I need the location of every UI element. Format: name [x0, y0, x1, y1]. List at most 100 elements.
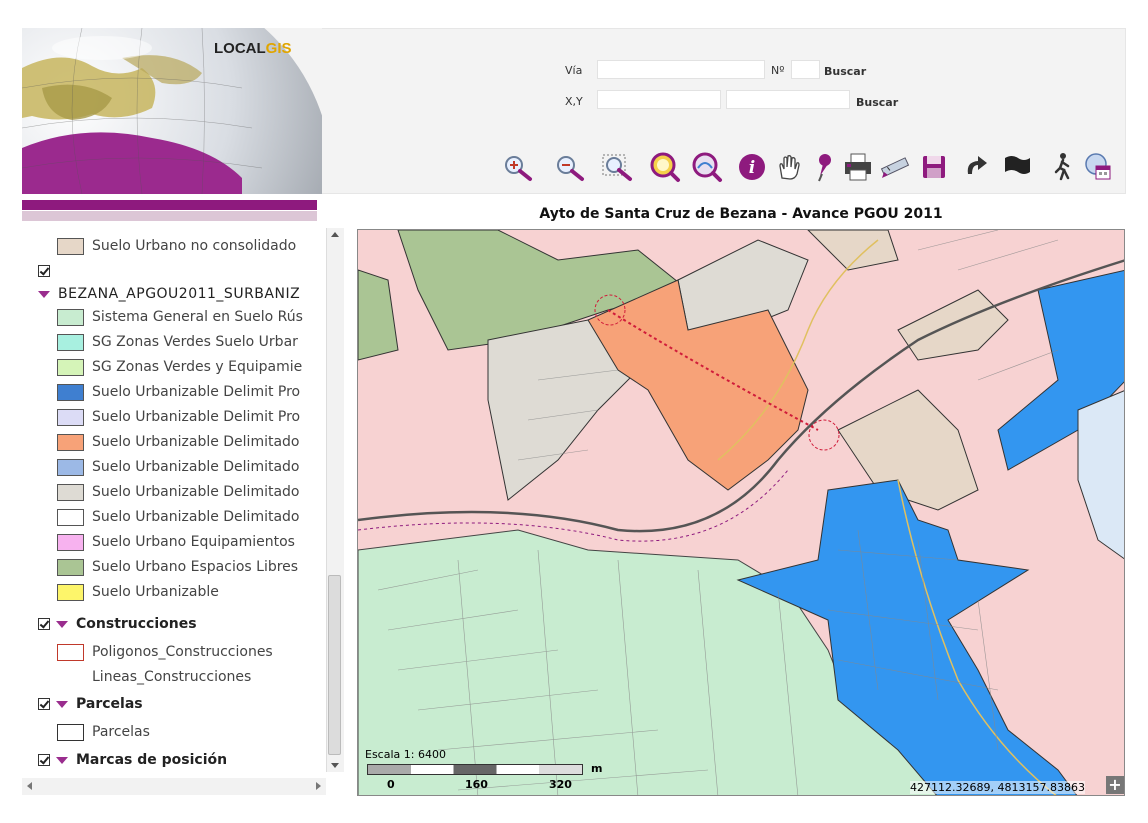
- legend-item: Lineas_Construcciones: [92, 666, 251, 688]
- legend-group-label[interactable]: Construcciones: [76, 616, 197, 632]
- scale-bar-graphic: [367, 764, 583, 775]
- legend-group: BEZANA_APGOU2011_SURBANIZ: [38, 283, 300, 305]
- legend-swatch: [57, 723, 84, 741]
- xy-label: X,Y: [565, 95, 583, 108]
- accent-bar: [22, 200, 317, 210]
- scale-label: Escala 1: 6400: [365, 748, 446, 761]
- legend-swatch: [57, 558, 84, 576]
- legend-swatch: [57, 383, 84, 401]
- legend-item-label: Suelo Urbanizable: [92, 584, 219, 600]
- buscar-via-button[interactable]: Buscar: [824, 65, 866, 78]
- legend-checkbox-row: [38, 260, 56, 282]
- legend-swatch: [57, 458, 84, 476]
- legend-item-label: Suelo Urbano Espacios Libres: [92, 559, 299, 575]
- group-checkbox[interactable]: [38, 754, 50, 766]
- legend-group-label[interactable]: BEZANA_APGOU2011_SURBANIZ: [58, 286, 300, 302]
- legend-item-label: Sistema General en Suelo Rús: [92, 309, 303, 325]
- legend-item-label: Lineas_Construcciones: [92, 669, 252, 685]
- scroll-left-icon[interactable]: [27, 782, 32, 790]
- legend-group-label[interactable]: Marcas de posición: [76, 752, 227, 768]
- app-logo: LOCALGIS: [214, 40, 292, 57]
- legend-item: Suelo Urbanizable Delimit Pro: [57, 381, 300, 403]
- legend-swatch: [57, 643, 84, 661]
- legend-item-label: SG Zonas Verdes Suelo Urbar: [92, 334, 298, 350]
- legend-scroll-thumb[interactable]: [328, 575, 341, 755]
- group-checkbox[interactable]: [38, 618, 50, 630]
- legend-item-label: Suelo Urbanizable Delimitado: [92, 434, 300, 450]
- scroll-down-icon[interactable]: [331, 763, 339, 768]
- group-checkbox[interactable]: [38, 698, 50, 710]
- legend-swatch: [57, 483, 84, 501]
- info-icon[interactable]: i: [736, 150, 770, 184]
- expand-triangle-icon[interactable]: [56, 756, 68, 764]
- zoom-box-icon[interactable]: [600, 150, 634, 184]
- legend-item: Suelo Urbanizable: [57, 581, 219, 603]
- legend-group-label[interactable]: Parcelas: [76, 696, 143, 712]
- legend-item-label: Suelo Urbanizable Delimit Pro: [92, 384, 301, 400]
- legend-item-label: SG Zonas Verdes y Equipamie: [92, 359, 303, 375]
- zoom-out-icon[interactable]: [552, 150, 586, 184]
- save-icon[interactable]: [918, 150, 952, 184]
- legend-item: Suelo Urbanizable Delimitado: [57, 431, 300, 453]
- zoom-in-icon[interactable]: [500, 150, 534, 184]
- map-toolbar: i: [500, 150, 1122, 188]
- legend-item: Poligonos_Construcciones: [57, 641, 273, 663]
- legend-item-label: Suelo Urbano no consolidado: [92, 238, 297, 254]
- pan-hand-icon[interactable]: [772, 150, 806, 184]
- layer-legend: Suelo Urbano no consolidado BEZANA_APGOU2…: [22, 228, 344, 796]
- legend-swatch: [57, 333, 84, 351]
- coordinate-readout: 427112.32689, 4813157.83863: [910, 781, 1085, 794]
- map-canvas[interactable]: [357, 229, 1125, 796]
- walker-icon[interactable]: [1046, 150, 1080, 184]
- legend-item: SG Zonas Verdes Suelo Urbar: [57, 331, 298, 353]
- legend-horizontal-scrollbar[interactable]: [22, 778, 326, 795]
- pushpin-icon[interactable]: [810, 150, 844, 184]
- print-icon[interactable]: [842, 150, 876, 184]
- legend-swatch: [57, 583, 84, 601]
- scroll-right-icon[interactable]: [316, 782, 321, 790]
- buscar-xy-button[interactable]: Buscar: [856, 96, 898, 109]
- legend-swatch: [57, 308, 84, 326]
- legend-swatch: [57, 533, 84, 551]
- accent-bar-light: [22, 211, 317, 221]
- legend-swatch: [57, 433, 84, 451]
- expand-triangle-icon[interactable]: [56, 620, 68, 628]
- legend-swatch: [57, 358, 84, 376]
- measure-icon[interactable]: [878, 150, 912, 184]
- legend-item-label: Suelo Urbanizable Delimitado: [92, 509, 300, 525]
- via-label: Vía: [565, 64, 583, 77]
- layers-calendar-icon[interactable]: [1082, 150, 1116, 184]
- legend-item: Sistema General en Suelo Rús: [57, 306, 303, 328]
- scale-unit: m: [591, 762, 603, 775]
- expand-plus-button[interactable]: +: [1106, 776, 1124, 794]
- legend-item: Suelo Urbanizable Delimitado: [57, 456, 300, 478]
- legend-item-label: Parcelas: [92, 724, 150, 740]
- number-label: Nº: [771, 64, 785, 77]
- legend-item-label: Suelo Urbano Equipamientos: [92, 534, 295, 550]
- expand-triangle-icon[interactable]: [38, 290, 50, 298]
- legend-swatch: [57, 408, 84, 426]
- legend-item-label: Suelo Urbanizable Delimitado: [92, 484, 300, 500]
- legend-item: Suelo Urbano Espacios Libres: [57, 556, 298, 578]
- legend-group: Marcas de posición: [38, 749, 227, 771]
- via-input[interactable]: [597, 60, 765, 79]
- scroll-up-icon[interactable]: [331, 232, 339, 237]
- zoom-layer-icon[interactable]: [690, 150, 724, 184]
- legend-swatch: [57, 237, 84, 255]
- legend-item: Suelo Urbanizable Delimitado: [57, 506, 300, 528]
- expand-triangle-icon[interactable]: [56, 700, 68, 708]
- redo-icon[interactable]: [960, 150, 994, 184]
- legend-item-label: Suelo Urbanizable Delimit Pro: [92, 409, 301, 425]
- flag-icon[interactable]: [1000, 150, 1034, 184]
- scale-tick-0: 0: [387, 778, 395, 791]
- y-coordinate-input[interactable]: [726, 90, 850, 109]
- zoom-full-icon[interactable]: [648, 150, 682, 184]
- legend-item: Parcelas: [57, 721, 150, 743]
- number-input[interactable]: [791, 60, 820, 79]
- x-coordinate-input[interactable]: [597, 90, 721, 109]
- map-title: Ayto de Santa Cruz de Bezana - Avance PG…: [539, 206, 943, 222]
- legend-swatch: [57, 508, 84, 526]
- legend-item-label: Suelo Urbanizable Delimitado: [92, 459, 300, 475]
- layer-checkbox[interactable]: [38, 265, 50, 277]
- scale-tick-160: 160: [465, 778, 488, 791]
